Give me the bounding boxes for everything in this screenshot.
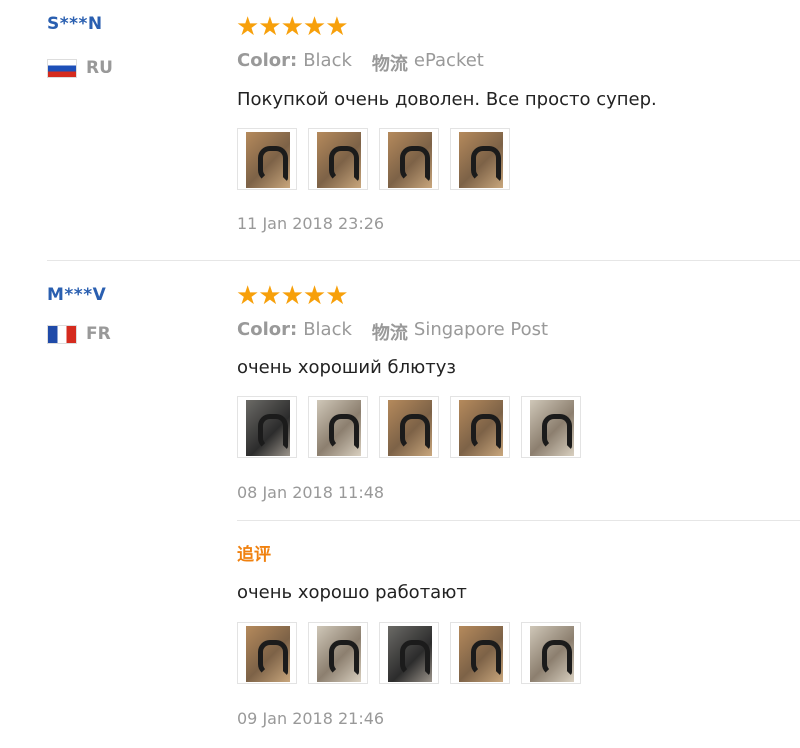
photo-image [317,132,361,188]
country-code: FR [86,324,111,344]
review-photo-thumbnail[interactable] [450,396,510,458]
product-attributes: Color: Black 物流 Singapore Post [237,319,568,345]
review-photo-thumbnail[interactable] [379,128,439,190]
followup-label: 追评 [237,545,271,565]
color-value: Black [303,319,352,340]
review-text: очень хороший блютуз [237,357,456,378]
review-photo-thumbnail[interactable] [237,622,297,684]
photo-image [246,132,290,188]
photo-image [246,626,290,682]
reviewer-name[interactable]: S***N [47,14,103,34]
shipping-value: Singapore Post [413,319,549,340]
color-label: Color: [237,50,298,71]
country-code: RU [86,58,113,78]
review-photo-thumbnail[interactable] [379,622,439,684]
product-attributes: Color: Black 物流 ePacket [237,50,504,76]
shipping-value: ePacket [413,50,484,71]
followup-divider [237,520,800,521]
rating-stars: ★★★★★ [236,12,349,42]
color-value: Black [303,50,352,71]
shipping-label: 物流 [371,54,408,75]
review-date: 11 Jan 2018 23:26 [237,214,385,233]
photo-image [246,400,290,456]
photo-image [388,400,432,456]
review-photos [237,128,521,190]
review-divider [47,260,800,261]
review-date: 08 Jan 2018 11:48 [237,483,385,502]
review-photos [237,396,592,458]
photo-image [530,626,574,682]
photo-image [459,400,503,456]
reviewer-country: RU [47,58,113,78]
france-flag-icon [47,324,77,344]
photo-image [388,626,432,682]
photo-image [459,626,503,682]
review-photo-thumbnail[interactable] [237,396,297,458]
shipping-label: 物流 [371,323,408,344]
review-photo-thumbnail[interactable] [450,128,510,190]
russia-flag-icon [47,58,77,78]
photo-image [530,400,574,456]
rating-stars: ★★★★★ [236,281,349,311]
color-label: Color: [237,319,298,340]
review-text: Покупкой очень доволен. Все просто супер… [237,89,657,110]
review-photo-thumbnail[interactable] [521,622,581,684]
review-photo-thumbnail[interactable] [379,396,439,458]
photo-image [317,626,361,682]
reviewer-country: FR [47,324,111,344]
photo-image [459,132,503,188]
review-photo-thumbnail[interactable] [237,128,297,190]
photo-image [317,400,361,456]
photo-image [388,132,432,188]
review-photo-thumbnail[interactable] [308,622,368,684]
review-photo-thumbnail[interactable] [521,396,581,458]
followup-date: 09 Jan 2018 21:46 [237,709,385,728]
reviewer-name[interactable]: M***V [47,285,106,305]
review-photo-thumbnail[interactable] [308,128,368,190]
review-photo-thumbnail[interactable] [450,622,510,684]
followup-text: очень хорошо работают [237,582,467,603]
review-photo-thumbnail[interactable] [308,396,368,458]
followup-photos [237,622,592,684]
